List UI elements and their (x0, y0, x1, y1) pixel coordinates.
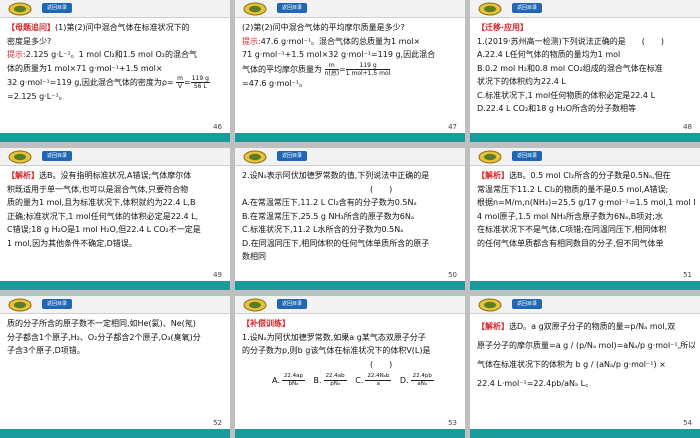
slide-footer-bar (470, 429, 700, 438)
back-to-contents-button[interactable]: 返回目录 (512, 151, 542, 161)
option-d[interactable]: D. 22.4pb aNₐ (400, 373, 440, 387)
slide-header: 返回目录 (470, 0, 700, 18)
slide-53[interactable]: 返回目录 【补偿训练】 1.设Nₐ为阿伏加德罗常数,如果a g某气态双原子分子 … (235, 296, 465, 438)
back-to-contents-button[interactable]: 返回目录 (42, 151, 72, 161)
slide-content: 【解析】选B。没有指明标准状况,A错误;气体摩尔体 积既适用于单一气体,也可以是… (7, 171, 201, 248)
slide-footer-bar (235, 281, 465, 290)
slide-header: 返回目录 (470, 148, 700, 166)
page-number: 54 (683, 419, 692, 427)
slide-footer-bar (0, 429, 230, 438)
back-to-contents-button[interactable]: 返回目录 (42, 299, 72, 309)
slide-content: (2)第(2)问中混合气体的平均摩尔质量是多少? 提示:47.6 g·mol⁻¹… (242, 23, 436, 88)
page-number: 49 (213, 271, 222, 279)
page-number: 50 (448, 271, 457, 279)
back-to-contents-button[interactable]: 返回目录 (277, 299, 307, 309)
school-logo-icon (8, 2, 32, 16)
back-to-contents-button[interactable]: 返回目录 (277, 3, 307, 13)
page-number: 47 (448, 123, 457, 131)
school-logo-icon (478, 150, 502, 164)
page-number: 48 (683, 123, 692, 131)
school-logo-icon (8, 150, 32, 164)
slide-content: 【解析】选B。0.5 mol Cl₂所含的分子数是0.5Nₐ,但在 常温常压下1… (477, 171, 695, 248)
slide-content: 【解析】选D。a g双原子分子的物质的量=p/Nₐ mol,双 原子分子的摩尔质… (477, 322, 695, 388)
page-number: 53 (448, 419, 457, 427)
slide-header: 返回目录 (0, 0, 230, 18)
slide-content: 【迁移·应用】 1.(2019·苏州高一检测)下列说法正确的是 ( ) A.22… (477, 23, 665, 113)
slide-54[interactable]: 返回目录 【解析】选D。a g双原子分子的物质的量=p/Nₐ mol,双 原子分… (470, 296, 700, 438)
slide-content: 【母题追问】(1)第(2)问中混合气体在标准状况下的 密度是多少? 提示:2.1… (7, 23, 210, 101)
back-to-contents-button[interactable]: 返回目录 (277, 151, 307, 161)
slide-footer-bar (235, 429, 465, 438)
slide-47[interactable]: 返回目录 (2)第(2)问中混合气体的平均摩尔质量是多少? 提示:47.6 g·… (235, 0, 465, 142)
option-a[interactable]: A. 22.4ap bNₐ (272, 373, 311, 387)
slide-header: 返回目录 (0, 148, 230, 166)
slide-header: 返回目录 (235, 0, 465, 18)
school-logo-icon (243, 2, 267, 16)
option-c[interactable]: C. 22.4Nₐb a (355, 373, 397, 387)
answer-options: A. 22.4ap bNₐ B. 22.4ab pNₐ C. 22.4Nₐb a D. 22.… (242, 373, 460, 389)
school-logo-icon (243, 298, 267, 312)
slide-content: 质的分子所含的原子数不一定相同,如He(氦)、Ne(氖) 分子都含1个原子,H₂… (7, 319, 201, 355)
school-logo-icon (243, 150, 267, 164)
slide-footer-bar (235, 133, 465, 142)
slide-49[interactable]: 返回目录 【解析】选B。没有指明标准状况,A错误;气体摩尔体 积既适用于单一气体… (0, 148, 230, 290)
back-to-contents-button[interactable]: 返回目录 (42, 3, 72, 13)
slide-header: 返回目录 (470, 296, 700, 314)
slide-content: 2.设Nₐ表示阿伏加德罗常数的值,下列说法中正确的是 ( ) A.在常温常压下,… (242, 171, 430, 261)
slide-48[interactable]: 返回目录 【迁移·应用】 1.(2019·苏州高一检测)下列说法正确的是 ( )… (470, 0, 700, 142)
school-logo-icon (8, 298, 32, 312)
slide-content: 【补偿训练】 1.设Nₐ为阿伏加德罗常数,如果a g某气态双原子分子 的分子数为… (242, 317, 460, 423)
page-number: 51 (683, 271, 692, 279)
page-number: 52 (213, 419, 222, 427)
slide-footer-bar (0, 281, 230, 290)
back-to-contents-button[interactable]: 返回目录 (512, 299, 542, 309)
slide-header: 返回目录 (0, 296, 230, 314)
slide-header: 返回目录 (235, 148, 465, 166)
school-logo-icon (478, 298, 502, 312)
slide-51[interactable]: 返回目录 【解析】选B。0.5 mol Cl₂所含的分子数是0.5Nₐ,但在 常… (470, 148, 700, 290)
school-logo-icon (478, 2, 502, 16)
molar-mass-formula: m n(总) (324, 61, 340, 77)
slide-footer-bar (470, 281, 700, 290)
slide-46[interactable]: 返回目录 【母题追问】(1)第(2)问中混合气体在标准状况下的 密度是多少? 提… (0, 0, 230, 142)
slide-52[interactable]: 返回目录 质的分子所含的原子数不一定相同,如He(氦)、Ne(氖) 分子都含1个… (0, 296, 230, 438)
page-number: 46 (213, 123, 222, 131)
slide-footer-bar (470, 133, 700, 142)
slide-header: 返回目录 (235, 296, 465, 314)
slide-footer-bar (0, 133, 230, 142)
option-b[interactable]: B. 22.4ab pNₐ (314, 373, 353, 387)
slide-50[interactable]: 返回目录 2.设Nₐ表示阿伏加德罗常数的值,下列说法中正确的是 ( ) A.在常… (235, 148, 465, 290)
density-formula: mV (176, 75, 185, 90)
back-to-contents-button[interactable]: 返回目录 (512, 3, 542, 13)
